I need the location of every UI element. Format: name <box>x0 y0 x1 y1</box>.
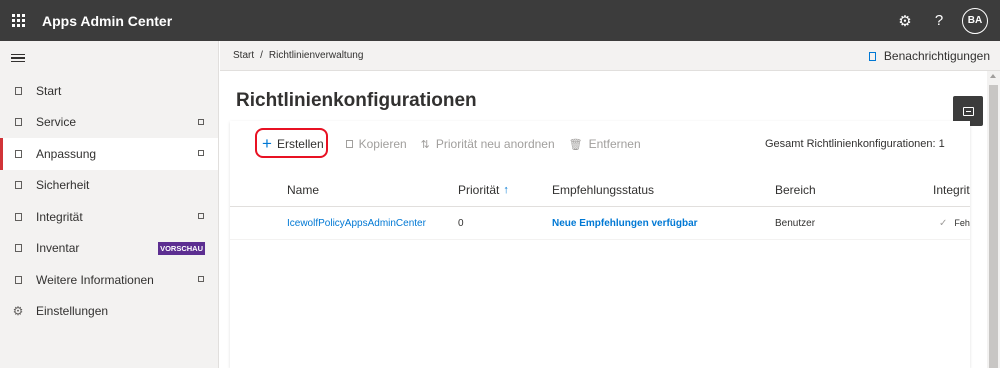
breadcrumb: Start / Richtlinienverwaltung Benachrich… <box>220 41 1000 71</box>
left-navigation: Start Service Anpassung Sicherheit Integ… <box>0 41 219 368</box>
preview-badge: VORSCHAU <box>158 241 205 255</box>
breadcrumb-home[interactable]: Start <box>233 50 254 61</box>
square-icon <box>12 274 24 286</box>
command-bar: + Erstellen Kopieren ⇅ Priorität neu ano… <box>230 121 970 167</box>
square-icon <box>12 211 24 223</box>
nav-item-label: Service <box>36 115 77 130</box>
square-icon <box>12 85 24 97</box>
square-icon <box>12 179 24 191</box>
policy-list-card: + Erstellen Kopieren ⇅ Priorität neu ano… <box>230 121 970 368</box>
reorder-label: Priorität neu anordnen <box>435 137 555 151</box>
scrollbar-thumb[interactable] <box>989 85 998 368</box>
breadcrumb-current: Richtlinienverwaltung <box>268 50 364 61</box>
nav-item-label: Inventar <box>36 241 80 256</box>
chat-icon <box>962 106 974 116</box>
reorder-priority-button[interactable]: ⇅ Priorität neu anordnen <box>421 137 555 151</box>
policy-health: ✓ Fehlerf <box>933 207 970 239</box>
notifications-button[interactable]: Benachrichtigungen <box>868 41 990 71</box>
nav-item-weitere-informationen[interactable]: Weitere Informationen <box>0 264 218 296</box>
remove-label: Entfernen <box>588 137 641 151</box>
avatar[interactable]: BA <box>962 7 988 34</box>
nav-item-integritaet[interactable]: Integrität <box>0 201 218 233</box>
copy-label: Kopieren <box>358 137 407 151</box>
hamburger-icon <box>11 51 25 65</box>
table-header: Name Priorität ↑ Empfehlungsstatus Berei… <box>230 173 970 207</box>
column-header-priority[interactable]: Priorität ↑ <box>458 173 509 206</box>
nav-item-einstellungen[interactable]: ⚙ Einstellungen <box>0 296 218 328</box>
collapse-nav-button[interactable] <box>0 41 218 75</box>
app-launcher-button[interactable] <box>0 0 36 41</box>
remove-button[interactable]: 🗑 Entfernen <box>569 137 641 151</box>
policy-scope: Benutzer <box>775 217 816 229</box>
sort-ascending-icon: ↑ <box>503 183 509 196</box>
create-button[interactable]: + Erstellen <box>255 128 328 158</box>
gear-icon: ⚙ <box>12 304 24 319</box>
nav-item-label: Weitere Informationen <box>36 272 154 287</box>
recommendation-status-link[interactable]: Neue Empfehlungen verfügbar <box>552 207 698 239</box>
sort-arrows-icon: ⇅ <box>420 138 430 151</box>
square-icon <box>12 116 24 128</box>
column-header-priority-label: Priorität <box>458 182 500 197</box>
copy-icon <box>345 140 353 148</box>
copy-button[interactable]: Kopieren <box>345 137 407 151</box>
chevron-down-icon <box>198 213 204 219</box>
chevron-down-icon <box>198 276 204 282</box>
waffle-icon <box>11 14 25 27</box>
page-scrollbar[interactable] <box>987 71 1000 368</box>
notifications-label: Benachrichtigungen <box>883 49 990 63</box>
nav-item-start[interactable]: Start <box>0 75 218 107</box>
column-header-health[interactable]: Integritäts <box>933 173 970 206</box>
policy-priority: 0 <box>458 217 464 229</box>
policy-name-link[interactable]: IcewolfPolicyAppsAdminCenter <box>287 207 426 239</box>
column-header-name[interactable]: Name <box>287 173 319 206</box>
trash-icon: 🗑 <box>568 138 583 151</box>
nav-item-service[interactable]: Service <box>0 107 218 139</box>
column-header-status[interactable]: Empfehlungsstatus <box>552 173 654 206</box>
checkmark-icon: ✓ <box>939 217 948 229</box>
bell-icon <box>868 51 876 61</box>
nav-item-label: Sicherheit <box>36 178 90 193</box>
app-title[interactable]: Apps Admin Center <box>42 13 172 29</box>
highlight-ring <box>255 128 328 158</box>
square-icon <box>12 148 24 160</box>
nav-item-label: Einstellungen <box>36 304 109 319</box>
chevron-down-icon <box>198 150 204 156</box>
page-title: Richtlinienkonfigurationen <box>236 90 477 111</box>
help-icon[interactable]: ? <box>924 6 954 36</box>
total-count: Gesamt Richtlinienkonfigurationen: 1 <box>765 138 945 150</box>
square-icon <box>12 242 24 254</box>
health-label: Fehlerf <box>954 218 970 228</box>
top-bar: Apps Admin Center ⚙ ? BA <box>0 0 1000 41</box>
table-row[interactable]: IcewolfPolicyAppsAdminCenter 0 Neue Empf… <box>230 207 970 240</box>
nav-item-sicherheit[interactable]: Sicherheit <box>0 170 218 202</box>
scroll-up-icon[interactable] <box>990 74 996 78</box>
column-header-scope[interactable]: Bereich <box>775 173 816 206</box>
nav-item-label: Integrität <box>36 209 83 224</box>
chevron-down-icon <box>198 118 204 125</box>
nav-item-label: Anpassung <box>36 146 97 161</box>
settings-icon[interactable]: ⚙ <box>890 6 920 36</box>
nav-item-anpassung[interactable]: Anpassung <box>0 138 218 170</box>
breadcrumb-separator: / <box>260 50 263 61</box>
nav-item-label: Start <box>36 83 62 98</box>
nav-item-inventar[interactable]: Inventar VORSCHAU <box>0 233 218 265</box>
